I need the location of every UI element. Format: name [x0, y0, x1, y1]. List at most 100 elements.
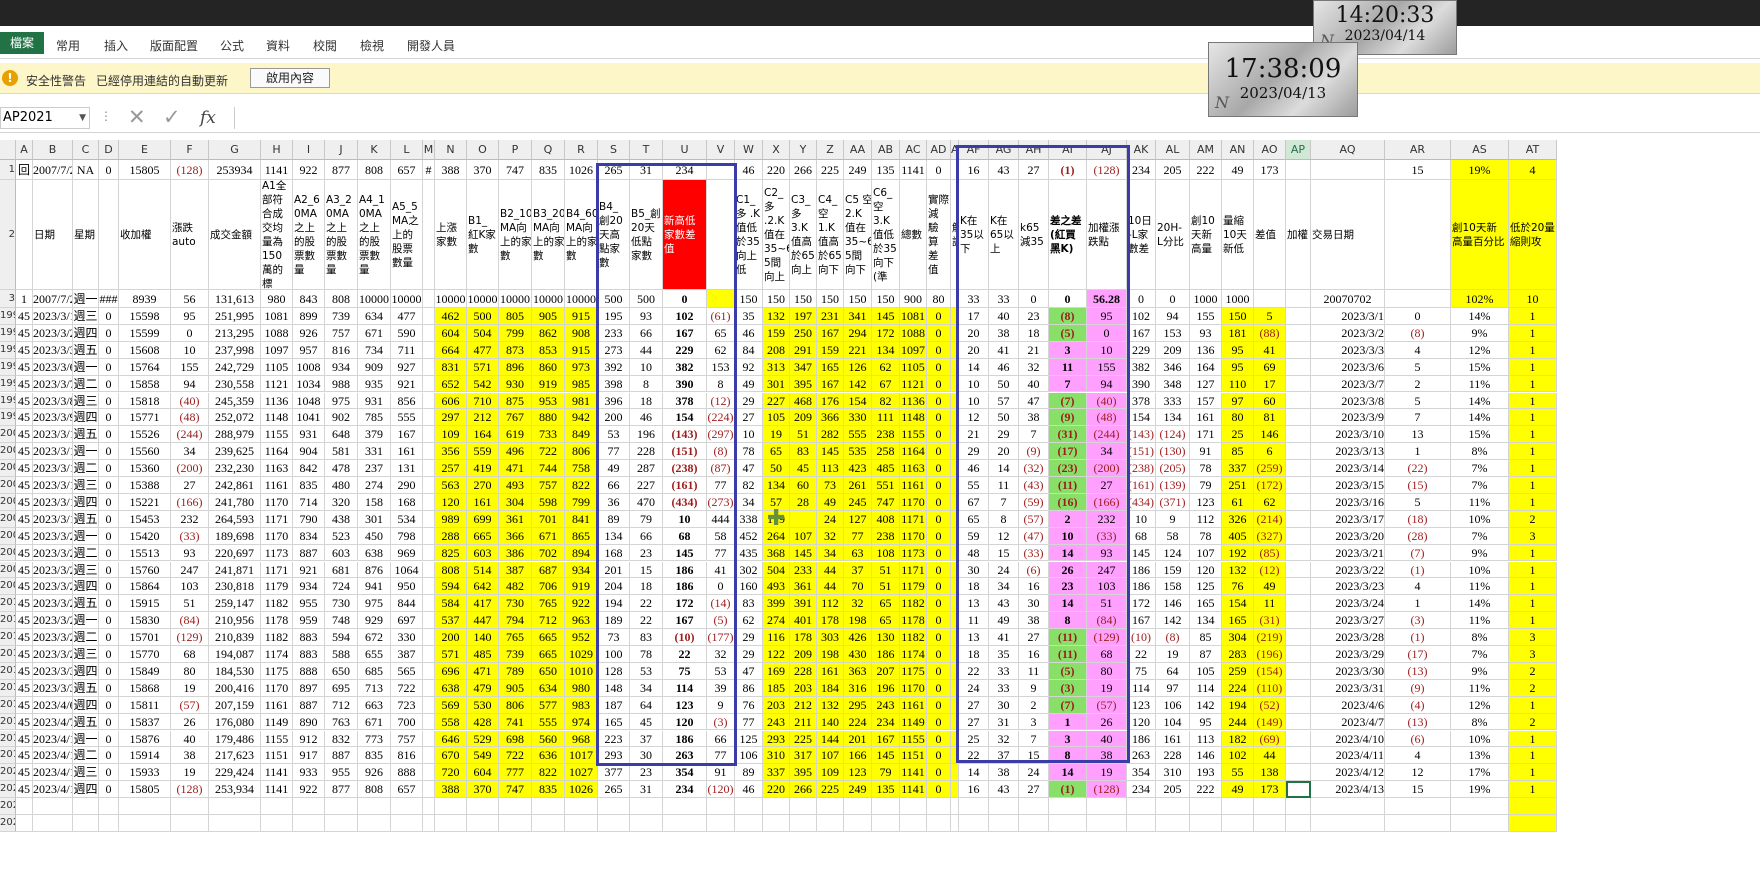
cell[interactable]: 249: [844, 160, 872, 180]
cell[interactable]: 241,871: [209, 561, 261, 579]
cell[interactable]: 549: [467, 747, 499, 765]
cell[interactable]: 207,159: [209, 696, 261, 714]
cell[interactable]: 45: [16, 612, 33, 630]
cell[interactable]: 週四: [73, 578, 99, 596]
cell[interactable]: 1: [1509, 392, 1557, 410]
cell[interactable]: 150: [790, 290, 817, 308]
cell[interactable]: 23: [630, 764, 663, 782]
cell[interactable]: 159: [1156, 561, 1190, 579]
cell[interactable]: 1155: [900, 730, 927, 748]
cell[interactable]: 1161: [261, 477, 293, 494]
cell[interactable]: 80: [1222, 409, 1254, 427]
cell[interactable]: 2023/3/3: [33, 341, 73, 359]
cell[interactable]: 980: [565, 679, 598, 697]
cell[interactable]: 45: [16, 341, 33, 359]
cell[interactable]: 229: [1127, 341, 1156, 359]
cell[interactable]: 127: [1190, 375, 1222, 393]
cell[interactable]: 1179: [261, 578, 293, 596]
cell[interactable]: 934: [325, 358, 358, 376]
cell[interactable]: 198: [817, 646, 844, 663]
cell[interactable]: 11%: [1451, 375, 1509, 393]
cell[interactable]: 873: [499, 341, 532, 359]
cell[interactable]: 2023/3/27: [33, 612, 73, 630]
cell[interactable]: 366: [499, 527, 532, 545]
cell[interactable]: 1175: [900, 662, 927, 680]
cell[interactable]: 975: [358, 595, 391, 613]
cell[interactable]: [532, 815, 565, 832]
cell[interactable]: 19: [171, 764, 209, 782]
cell[interactable]: 107: [1190, 544, 1222, 562]
cell[interactable]: 38: [171, 747, 209, 765]
cell[interactable]: 165: [1190, 595, 1222, 613]
cell[interactable]: 822: [532, 764, 565, 782]
row-header[interactable]: 2012: [0, 629, 16, 646]
cell[interactable]: [951, 764, 959, 782]
cell[interactable]: 134: [1156, 409, 1190, 427]
cell[interactable]: [1286, 578, 1311, 596]
cell[interactable]: 926: [293, 324, 325, 342]
cell[interactable]: 1026: [565, 781, 598, 799]
column-header[interactable]: E: [119, 140, 171, 160]
cell[interactable]: 478: [325, 460, 358, 477]
cell[interactable]: 113: [817, 460, 844, 477]
cell[interactable]: 571: [467, 358, 499, 376]
cell[interactable]: 80: [927, 290, 951, 308]
cell[interactable]: (28): [1385, 527, 1451, 545]
cell[interactable]: 135: [872, 781, 900, 799]
cell[interactable]: 883: [293, 646, 325, 663]
cell[interactable]: 79: [872, 764, 900, 782]
cell[interactable]: 134: [763, 477, 790, 494]
cell[interactable]: 14%: [1451, 392, 1509, 410]
cell[interactable]: 238: [872, 426, 900, 444]
cell[interactable]: 45: [16, 561, 33, 579]
cell[interactable]: [467, 798, 499, 815]
cell[interactable]: 76: [735, 696, 763, 714]
cell[interactable]: 19: [1156, 646, 1190, 663]
cell[interactable]: 387: [499, 561, 532, 579]
cell[interactable]: 681: [325, 561, 358, 579]
cell[interactable]: 228: [1156, 747, 1190, 765]
cell[interactable]: 252,072: [209, 409, 261, 427]
cell[interactable]: [1451, 798, 1509, 815]
cell[interactable]: 9%: [1451, 324, 1509, 342]
cell[interactable]: 2023/3/17: [1311, 510, 1385, 528]
cell[interactable]: 379: [358, 426, 391, 444]
column-header[interactable]: AR: [1385, 140, 1451, 160]
cell[interactable]: 週四: [73, 781, 99, 799]
cell[interactable]: [1019, 815, 1049, 832]
cell[interactable]: 695: [325, 679, 358, 697]
cell[interactable]: 2: [1509, 679, 1557, 697]
cell[interactable]: 10000: [358, 290, 391, 308]
row-header[interactable]: 2009: [0, 578, 16, 596]
selected-cell[interactable]: [1286, 781, 1311, 799]
cell[interactable]: 91: [707, 764, 735, 782]
cell[interactable]: (18): [1385, 510, 1451, 528]
cell[interactable]: 45: [16, 358, 33, 376]
cell[interactable]: 266: [790, 781, 817, 799]
cell[interactable]: 225: [790, 730, 817, 748]
cell[interactable]: 135: [872, 160, 900, 180]
cell[interactable]: [1286, 646, 1311, 663]
cell[interactable]: 15876: [119, 730, 171, 748]
cell[interactable]: 288,979: [209, 426, 261, 444]
cell[interactable]: (128): [171, 781, 209, 799]
cell[interactable]: 15453: [119, 510, 171, 528]
cell[interactable]: 167: [391, 426, 423, 444]
cell[interactable]: 496: [499, 443, 532, 461]
cell[interactable]: 462: [435, 308, 467, 325]
cell[interactable]: 154: [844, 392, 872, 410]
cell[interactable]: 915: [565, 308, 598, 325]
cell[interactable]: 32: [844, 595, 872, 613]
cell[interactable]: 2023/3/20: [33, 527, 73, 545]
cell[interactable]: [1286, 730, 1311, 748]
cell[interactable]: 0: [927, 426, 951, 444]
cell[interactable]: [989, 815, 1019, 832]
cell[interactable]: 65: [872, 595, 900, 613]
cell[interactable]: 2023/3/20: [1311, 527, 1385, 545]
cell[interactable]: 504: [467, 324, 499, 342]
cell[interactable]: 10%: [1451, 561, 1509, 579]
cell[interactable]: 15805: [119, 781, 171, 799]
cell[interactable]: (200): [171, 460, 209, 477]
column-title-cell[interactable]: A2_6 0MA之上的股票數量: [293, 180, 325, 290]
cell[interactable]: 919: [565, 578, 598, 596]
